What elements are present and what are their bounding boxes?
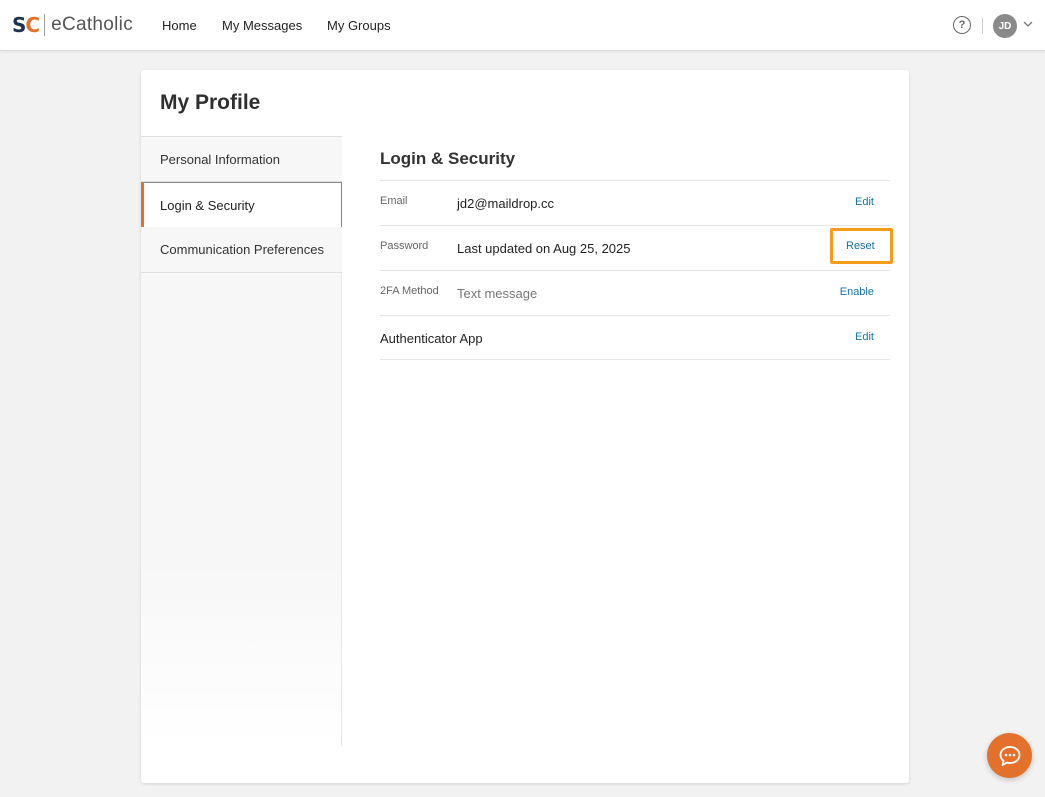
sidebar-item-personal-information[interactable]: Personal Information xyxy=(141,136,342,182)
authenticator-app-row: Authenticator App Edit xyxy=(380,315,890,360)
header-divider xyxy=(982,18,983,34)
nav-home-link[interactable]: Home xyxy=(162,18,197,33)
authenticator-app-label: Authenticator App xyxy=(380,331,483,346)
password-row: Password Last updated on Aug 25, 2025 Re… xyxy=(380,225,893,270)
logo-divider xyxy=(44,14,46,36)
reset-password-button[interactable]: Reset xyxy=(846,240,875,252)
sidebar-item-communication-preferences[interactable]: Communication Preferences xyxy=(141,227,342,273)
top-navbar: SC eCatholic Home My Messages My Groups … xyxy=(0,0,1045,51)
sidebar-item-label: Personal Information xyxy=(160,151,280,167)
logo-text: eCatholic xyxy=(51,14,134,35)
user-avatar[interactable]: JD xyxy=(993,14,1017,38)
password-label: Password xyxy=(380,240,429,252)
2fa-method-value: Text message xyxy=(457,286,538,301)
ecatholic-logo[interactable]: SC eCatholic xyxy=(12,13,133,37)
email-row: Email jd2@maildrop.cc Edit xyxy=(380,180,890,225)
chat-bubble-icon xyxy=(999,745,1020,766)
nav-groups-link[interactable]: My Groups xyxy=(327,18,391,33)
sidebar-item-login-security[interactable]: Login & Security xyxy=(141,182,342,228)
edit-authenticator-app-button[interactable]: Edit xyxy=(855,331,874,343)
page-title: My Profile xyxy=(160,91,261,114)
security-settings-list: Email jd2@maildrop.cc Edit Password Last… xyxy=(380,180,893,360)
2fa-method-label: 2FA Method xyxy=(380,285,439,297)
profile-sidebar: Personal Information Login & Security Co… xyxy=(141,136,342,746)
sidebar-item-label: Login & Security xyxy=(160,197,255,213)
password-value: Last updated on Aug 25, 2025 xyxy=(457,241,631,256)
edit-email-button[interactable]: Edit xyxy=(855,196,874,208)
help-icon[interactable]: ? xyxy=(953,16,971,34)
sidebar-item-label: Communication Preferences xyxy=(160,242,325,257)
logo-mark: SC xyxy=(12,13,40,37)
2fa-method-row: 2FA Method Text message Enable xyxy=(380,270,890,315)
chat-launcher-button[interactable] xyxy=(987,733,1032,778)
enable-2fa-button[interactable]: Enable xyxy=(840,286,874,298)
email-value: jd2@maildrop.cc xyxy=(457,196,555,211)
profile-card: My Profile Personal Information Login & … xyxy=(141,70,909,783)
chevron-down-icon[interactable] xyxy=(1023,19,1033,29)
nav-messages-link[interactable]: My Messages xyxy=(222,18,302,33)
email-label: Email xyxy=(380,195,408,207)
section-title: Login & Security xyxy=(380,149,516,168)
